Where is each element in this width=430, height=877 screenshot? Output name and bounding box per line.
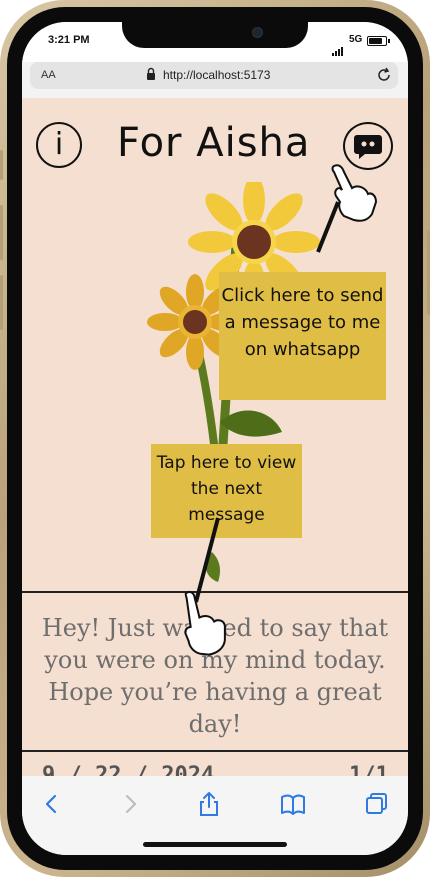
- mute-switch: [0, 150, 3, 180]
- whatsapp-chat-button[interactable]: [343, 122, 393, 170]
- reload-icon[interactable]: [375, 66, 393, 84]
- url-field[interactable]: AA http://localhost:5173: [30, 62, 398, 89]
- home-indicator[interactable]: [143, 842, 287, 847]
- info-icon: i: [54, 127, 64, 162]
- text-size-button[interactable]: AA: [41, 69, 56, 81]
- tabs-icon[interactable]: [362, 790, 392, 818]
- page-title: For Aisha: [117, 120, 311, 166]
- next-message-tooltip: Tap here to view the next message: [151, 444, 302, 538]
- divider: [22, 750, 408, 752]
- address-bar: AA http://localhost:5173: [22, 62, 408, 100]
- browser-toolbar: [22, 776, 408, 855]
- notch: [122, 22, 308, 48]
- forward-icon[interactable]: [115, 790, 145, 818]
- divider: [22, 591, 408, 593]
- status-time: 3:21 PM: [48, 34, 90, 46]
- volume-up-button: [0, 205, 3, 260]
- battery-icon: [367, 36, 390, 46]
- lock-icon: [147, 67, 155, 80]
- screen: 3:21 PM 5G AA http://localhost:5173 i Fo…: [22, 22, 408, 855]
- bookmarks-icon[interactable]: [278, 790, 308, 818]
- share-icon[interactable]: [194, 790, 224, 818]
- status-bar: 3:21 PM 5G: [22, 22, 408, 62]
- message-text[interactable]: Hey! Just wanted to say that you were on…: [32, 612, 398, 740]
- signal-icon: [332, 37, 344, 56]
- whatsapp-tooltip: Click here to send a message to me on wh…: [219, 272, 386, 400]
- info-button[interactable]: i: [36, 122, 82, 168]
- camera: [252, 27, 263, 38]
- url-text[interactable]: http://localhost:5173: [163, 68, 270, 82]
- network-label: 5G: [349, 34, 363, 45]
- chat-icon: [354, 135, 382, 159]
- volume-down-button: [0, 275, 3, 330]
- page-content: i For Aisha Click here to send a message…: [22, 98, 408, 788]
- back-icon[interactable]: [37, 790, 67, 818]
